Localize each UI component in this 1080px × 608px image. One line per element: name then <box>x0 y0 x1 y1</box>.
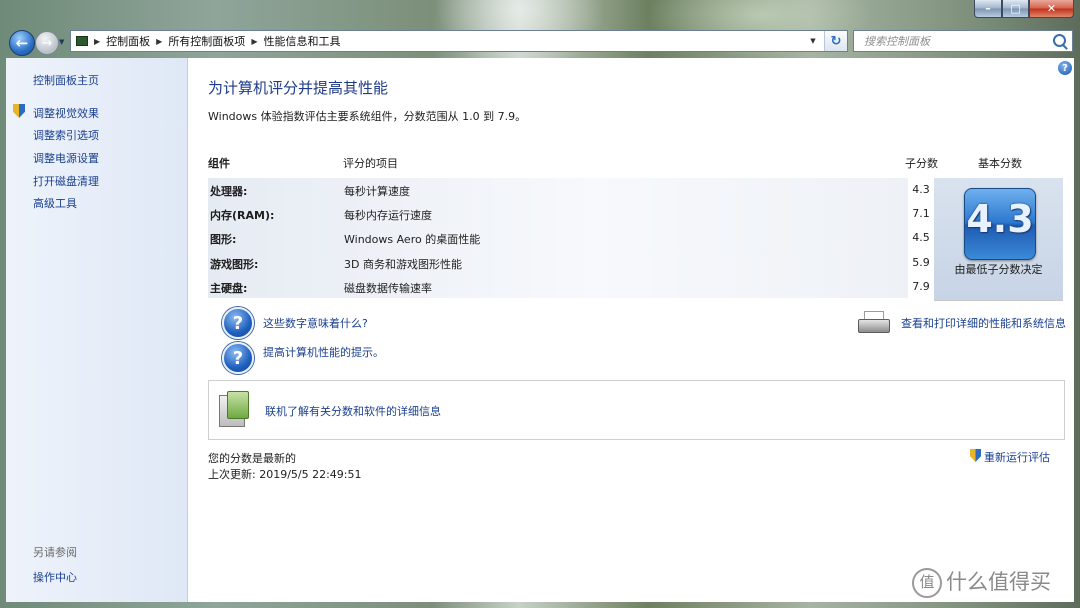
header-component: 组件 <box>208 157 230 170</box>
page-description: Windows 体验指数评估主要系统组件，分数范围从 1.0 到 7.9。 <box>208 110 527 123</box>
subscore-value: 4.3 <box>912 183 930 196</box>
chevron-right-icon: ▶ <box>94 36 101 46</box>
watermark-text: 什么值得买 <box>946 570 1051 594</box>
uac-shield-icon <box>970 449 981 462</box>
watermark: 值什么值得买 <box>912 566 1051 598</box>
sidebar-item-power[interactable]: 调整电源设置 <box>33 150 99 166</box>
sidebar-item-advanced-tools[interactable]: 高级工具 <box>33 195 77 211</box>
table-row: 游戏图形: 3D 商务和游戏图形性能 <box>208 251 908 275</box>
control-panel-icon <box>76 36 88 46</box>
sidebar-item-indexing[interactable]: 调整索引选项 <box>33 127 99 143</box>
question-icon: ? <box>222 342 254 374</box>
header-subscore: 子分数 <box>905 157 938 170</box>
row-item: 每秒计算速度 <box>344 185 410 198</box>
breadcrumb-performance[interactable]: 性能信息和工具 <box>263 33 340 49</box>
tips-link[interactable]: 提高计算机性能的提示。 <box>263 344 384 360</box>
status-current: 您的分数是最新的 <box>208 452 296 465</box>
chevron-right-icon: ▶ <box>251 36 258 46</box>
search-box[interactable]: 搜索控制面板 <box>853 30 1073 52</box>
back-button[interactable]: ← <box>9 30 35 56</box>
row-component: 主硬盘: <box>210 282 248 295</box>
rerun-assessment-link[interactable]: 重新运行评估 <box>970 449 1050 465</box>
subscore-column: 4.3 7.1 4.5 5.9 7.9 <box>908 178 934 298</box>
window-controls: – □ ✕ <box>974 0 1074 18</box>
breadcrumb-control-panel[interactable]: 控制面板 <box>106 33 150 49</box>
status-last-update: 上次更新: 2019/5/5 22:49:51 <box>208 468 362 481</box>
minimize-button[interactable]: – <box>974 0 1002 18</box>
score-table-header: 组件 评分的项目 子分数 基本分数 <box>208 150 1063 179</box>
sidebar: 控制面板主页 调整视觉效果 调整索引选项 调整电源设置 打开磁盘清理 高级工具 … <box>6 58 188 602</box>
what-mean-link[interactable]: 这些数字意味着什么? <box>263 315 368 331</box>
address-bar[interactable]: ▶ 控制面板 ▶ 所有控制面板项 ▶ 性能信息和工具 ▼ ↻ <box>70 30 848 52</box>
sidebar-item-action-center[interactable]: 操作中心 <box>33 569 77 585</box>
forward-button[interactable]: → <box>35 31 59 55</box>
table-row: 内存(RAM): 每秒内存运行速度 <box>208 202 908 226</box>
back-arrow-icon: ← <box>15 34 29 52</box>
printer-icon <box>858 311 890 333</box>
sidebar-item-visual-effects[interactable]: 调整视觉效果 <box>33 105 99 121</box>
close-button[interactable]: ✕ <box>1029 0 1074 18</box>
sidebar-item-disk-cleanup[interactable]: 打开磁盘清理 <box>33 173 99 189</box>
header-item: 评分的项目 <box>343 157 398 170</box>
row-component: 游戏图形: <box>210 258 259 271</box>
row-item: 每秒内存运行速度 <box>344 209 432 222</box>
question-icon: ? <box>222 307 254 339</box>
subscore-value: 7.1 <box>912 207 930 220</box>
chevron-right-icon: ▶ <box>156 36 163 46</box>
forward-arrow-icon: → <box>41 35 53 51</box>
page-title: 为计算机评分并提高其性能 <box>208 79 389 97</box>
search-icon[interactable] <box>1053 34 1066 47</box>
print-details-link[interactable]: 查看和打印详细的性能和系统信息 <box>901 315 1066 331</box>
see-also-title: 另请参阅 <box>33 546 77 559</box>
row-item: 磁盘数据传输速率 <box>344 282 432 295</box>
header-base-score: 基本分数 <box>978 157 1022 170</box>
table-row: 处理器: 每秒计算速度 <box>208 178 908 202</box>
refresh-button[interactable]: ↻ <box>824 31 847 51</box>
main-content: ? 为计算机评分并提高其性能 Windows 体验指数评估主要系统组件，分数范围… <box>188 58 1074 602</box>
sidebar-item-home[interactable]: 控制面板主页 <box>33 72 99 88</box>
subscore-value: 5.9 <box>912 256 930 269</box>
address-dropdown-icon[interactable]: ▼ <box>805 31 821 51</box>
software-box-icon <box>219 391 249 427</box>
watermark-logo-icon: 值 <box>912 568 942 598</box>
table-row: 图形: Windows Aero 的桌面性能 <box>208 226 908 250</box>
base-score-panel: 4.3 由最低子分数决定 <box>934 178 1063 301</box>
subscore-value: 7.9 <box>912 280 930 293</box>
maximize-button[interactable]: □ <box>1002 0 1029 18</box>
uac-shield-icon <box>13 104 25 118</box>
score-table-rows: 处理器: 每秒计算速度 内存(RAM): 每秒内存运行速度 图形: Window… <box>208 178 908 298</box>
base-score-caption: 由最低子分数决定 <box>954 263 1043 276</box>
online-info-link[interactable]: 联机了解有关分数和软件的详细信息 <box>265 403 441 419</box>
row-item: Windows Aero 的桌面性能 <box>344 233 481 246</box>
table-row: 主硬盘: 磁盘数据传输速率 <box>208 275 908 299</box>
row-component: 内存(RAM): <box>210 209 275 222</box>
base-score-badge: 4.3 <box>964 188 1036 260</box>
search-input[interactable]: 搜索控制面板 <box>864 33 930 49</box>
help-icon[interactable]: ? <box>1058 61 1072 75</box>
row-component: 图形: <box>210 233 237 246</box>
subscore-value: 4.5 <box>912 231 930 244</box>
row-component: 处理器: <box>210 185 248 198</box>
online-info-box: 联机了解有关分数和软件的详细信息 <box>208 380 1065 440</box>
row-item: 3D 商务和游戏图形性能 <box>344 258 462 271</box>
recent-pages-dropdown[interactable]: ▼ <box>59 38 67 46</box>
rerun-label: 重新运行评估 <box>984 451 1050 464</box>
base-score-value: 4.3 <box>966 197 1034 241</box>
breadcrumb-all-items[interactable]: 所有控制面板项 <box>168 33 245 49</box>
